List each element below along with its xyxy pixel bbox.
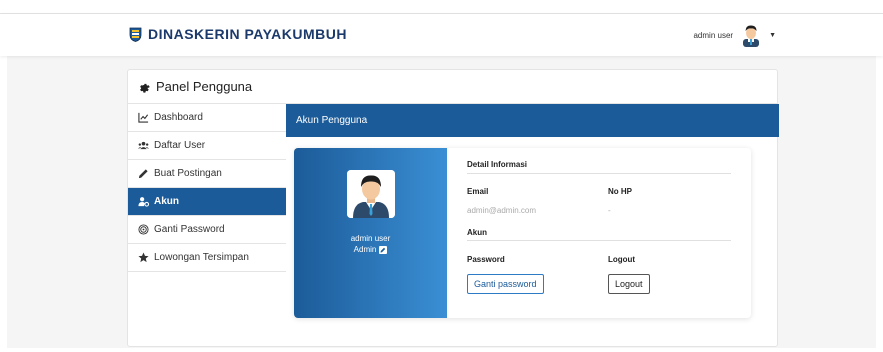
profile-role: Admin (294, 245, 447, 254)
users-icon (138, 141, 149, 150)
sidebar-item-label: Daftar User (154, 140, 206, 151)
avatar (743, 25, 760, 47)
sidebar-item-label: Buat Postingan (154, 168, 222, 179)
sidebar-item-dashboard[interactable]: Dashboard (128, 104, 286, 132)
profile-details: Detail Informasi Email No HP admin@admin… (447, 148, 751, 318)
edit-icon[interactable] (379, 245, 388, 254)
sidebar-item-ganti-password[interactable]: Ganti Password (128, 216, 286, 244)
sidebar-item-lowongan-tersimpan[interactable]: Lowongan Tersimpan (128, 244, 286, 272)
navbar: DINASKERIN PAYAKUMBUH admin user ▼ (0, 14, 883, 56)
panel-title: Panel Pengguna (156, 79, 253, 94)
sidebar-item-label: Akun (154, 196, 179, 207)
pencil-icon (138, 169, 148, 179)
email-value: admin@admin.com (467, 206, 537, 215)
account-section-title: Akun (467, 228, 487, 237)
detail-section-title: Detail Informasi (467, 160, 528, 169)
brand[interactable]: DINASKERIN PAYAKUMBUH (129, 26, 347, 42)
profile-name: admin user (350, 234, 391, 243)
logout-button[interactable]: Logout (608, 274, 650, 294)
email-label: Email (467, 187, 489, 196)
account-divider (467, 240, 731, 241)
phone-label: No HP (608, 187, 632, 196)
user-cog-icon (138, 197, 149, 207)
password-label: Password (467, 255, 505, 264)
change-password-button[interactable]: Ganti password (467, 274, 544, 294)
user-name: admin user (693, 30, 734, 40)
top-strip (0, 0, 883, 14)
profile-summary: admin user Admin (294, 148, 447, 318)
gear-icon (140, 83, 150, 93)
profile-avatar (347, 170, 395, 218)
user-panel: Panel Pengguna Dashboard Daftar User Bua… (127, 69, 779, 348)
profile-role-label: Admin (353, 245, 377, 254)
sidebar-item-akun[interactable]: Akun (128, 188, 286, 216)
sidebar-item-label: Dashboard (154, 112, 203, 123)
sidebar: Dashboard Daftar User Buat Postingan Aku… (128, 104, 286, 272)
main-content: Akun Pengguna admin user Admin Detail In… (286, 104, 779, 348)
star-icon (138, 252, 149, 263)
phone-value: - (608, 206, 611, 215)
sidebar-item-buat-postingan[interactable]: Buat Postingan (128, 160, 286, 188)
main-header: Akun Pengguna (286, 104, 779, 137)
fingerprint-icon (138, 224, 149, 235)
chart-line-icon (138, 112, 149, 123)
logo-icon (129, 27, 142, 42)
logout-label: Logout (608, 255, 636, 264)
chevron-down-icon[interactable]: ▼ (769, 32, 776, 39)
avatar-illustration (347, 170, 395, 218)
sidebar-item-label: Ganti Password (154, 224, 225, 235)
detail-divider (467, 173, 731, 174)
sidebar-item-daftar-user[interactable]: Daftar User (128, 132, 286, 160)
brand-title: DINASKERIN PAYAKUMBUH (148, 26, 348, 42)
profile-card: admin user Admin Detail Informasi Email … (294, 148, 751, 318)
panel-header: Panel Pengguna (128, 70, 777, 104)
user-menu[interactable]: admin user ▼ (693, 23, 776, 47)
sidebar-item-label: Lowongan Tersimpan (154, 252, 249, 263)
